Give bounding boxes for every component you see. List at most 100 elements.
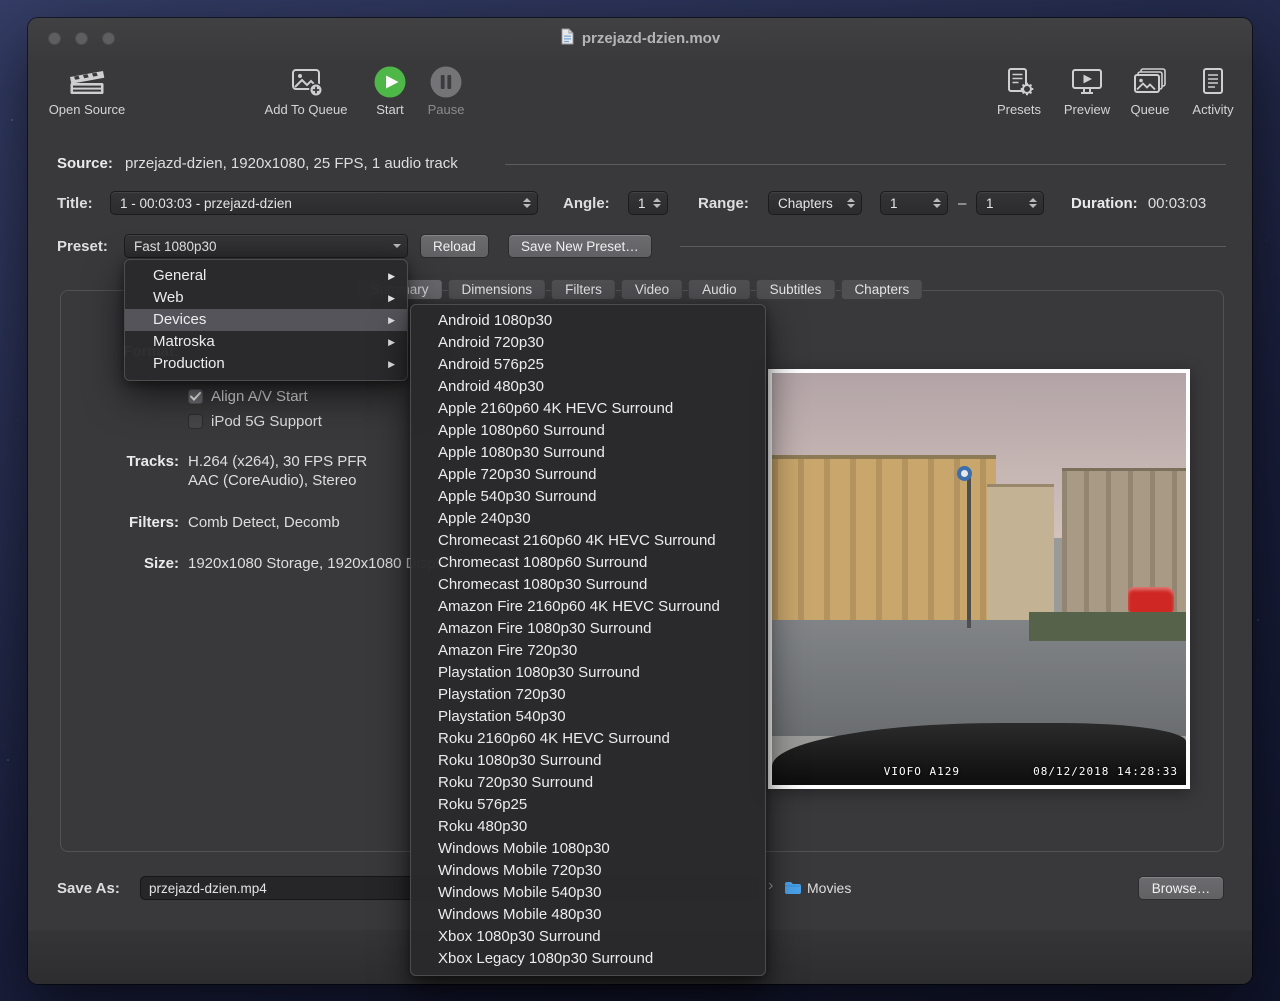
chevron-updown-icon: [523, 198, 531, 208]
device-preset-item[interactable]: Xbox 1080p30 Surround: [411, 926, 765, 948]
range-end-stepper[interactable]: 1: [976, 191, 1044, 215]
device-preset-item[interactable]: Apple 1080p60 Surround: [411, 420, 765, 442]
tab[interactable]: Audio: [688, 279, 751, 300]
device-preset-item[interactable]: Playstation 540p30: [411, 706, 765, 728]
device-preset-item[interactable]: Apple 720p30 Surround: [411, 464, 765, 486]
device-preset-item[interactable]: Roku 480p30: [411, 816, 765, 838]
divider: [505, 164, 1226, 165]
save-new-preset-button[interactable]: Save New Preset…: [508, 234, 652, 258]
title-label: Title:: [57, 195, 93, 212]
device-preset-item[interactable]: Amazon Fire 1080p30 Surround: [411, 618, 765, 640]
range-start-stepper[interactable]: 1: [880, 191, 948, 215]
checkbox-unchecked-icon[interactable]: [188, 414, 203, 429]
close-button[interactable]: [48, 32, 61, 45]
size-label: Size:: [89, 555, 179, 572]
duration: Duration: 00:03:03: [1071, 195, 1206, 212]
zoom-button[interactable]: [102, 32, 115, 45]
window-controls: [48, 32, 115, 45]
device-preset-item[interactable]: Windows Mobile 720p30: [411, 860, 765, 882]
device-preset-item[interactable]: Android 720p30: [411, 332, 765, 354]
align-av-checkbox-row[interactable]: Align A/V Start: [188, 388, 308, 405]
source-row: Source: przejazd-dzien, 1920x1080, 25 FP…: [57, 155, 458, 172]
tracks-line1: H.264 (x264), 30 FPS PFR: [188, 453, 367, 470]
submenu-arrow-icon: ▶: [388, 287, 395, 309]
toolbar-activity[interactable]: Activity: [1153, 64, 1273, 117]
toolbar-pause[interactable]: Pause: [386, 64, 506, 117]
chevron-updown-icon: [847, 198, 855, 208]
device-preset-item[interactable]: Android 1080p30: [411, 310, 765, 332]
submenu-arrow-icon: ▶: [388, 309, 395, 331]
preset-category-item[interactable]: Matroska ▶: [125, 331, 407, 353]
submenu-arrow-icon: ▶: [388, 331, 395, 353]
save-as-label: Save As:: [57, 880, 120, 897]
destination-folder[interactable]: Movies: [807, 880, 851, 896]
chevron-updown-icon: [1029, 198, 1037, 208]
preset-label: Preset:: [57, 238, 108, 255]
device-preset-item[interactable]: Chromecast 1080p30 Surround: [411, 574, 765, 596]
angle-stepper[interactable]: 1: [628, 191, 668, 215]
chevron-updown-icon: [653, 198, 661, 208]
reload-button[interactable]: Reload: [420, 234, 489, 258]
activity-icon: [1197, 64, 1229, 100]
device-preset-item[interactable]: Apple 240p30: [411, 508, 765, 530]
document-icon: [560, 28, 575, 49]
range-label: Range:: [698, 195, 749, 212]
range-type-select[interactable]: Chapters: [768, 191, 862, 215]
device-preset-item[interactable]: Windows Mobile 1080p30: [411, 838, 765, 860]
device-preset-item[interactable]: Apple 1080p30 Surround: [411, 442, 765, 464]
device-preset-item[interactable]: Android 480p30: [411, 376, 765, 398]
chevron-right-icon: ›: [768, 877, 773, 895]
preset-category-item[interactable]: Devices ▶: [125, 309, 407, 331]
device-preset-item[interactable]: Apple 2160p60 4K HEVC Surround: [411, 398, 765, 420]
preset-category-menu: General ▶ Web ▶ Devices ▶ Matroska ▶ Pro…: [124, 259, 408, 381]
minimize-button[interactable]: [75, 32, 88, 45]
device-preset-item[interactable]: Windows Mobile 480p30: [411, 904, 765, 926]
device-preset-item[interactable]: Android 576p25: [411, 354, 765, 376]
source-value: przejazd-dzien, 1920x1080, 25 FPS, 1 aud…: [125, 155, 458, 172]
device-preset-item[interactable]: Playstation 720p30: [411, 684, 765, 706]
submenu-arrow-icon: ▶: [388, 265, 395, 287]
preset-category-item[interactable]: Production ▶: [125, 353, 407, 375]
device-preset-item[interactable]: Apple 540p30 Surround: [411, 486, 765, 508]
divider: [680, 246, 1226, 247]
browse-button[interactable]: Browse…: [1138, 876, 1224, 900]
preset-select[interactable]: Fast 1080p30: [124, 234, 408, 258]
device-preset-item[interactable]: Xbox Legacy 1080p30 Surround: [411, 948, 765, 970]
add-to-queue-icon: [286, 64, 326, 100]
device-preset-item[interactable]: Roku 576p25: [411, 794, 765, 816]
preset-category-item[interactable]: Web ▶: [125, 287, 407, 309]
chevron-updown-icon: [933, 198, 941, 208]
filters-label: Filters:: [89, 514, 179, 531]
device-preset-item[interactable]: Chromecast 2160p60 4K HEVC Surround: [411, 530, 765, 552]
device-preset-item[interactable]: Playstation 1080p30 Surround: [411, 662, 765, 684]
checkbox-checked-icon[interactable]: [188, 389, 203, 404]
toolbar-open-source[interactable]: Open Source: [27, 64, 147, 117]
chevron-down-icon: [393, 244, 401, 248]
tab[interactable]: Video: [621, 279, 683, 300]
device-preset-item[interactable]: Roku 2160p60 4K HEVC Surround: [411, 728, 765, 750]
device-preset-item[interactable]: Amazon Fire 2160p60 4K HEVC Surround: [411, 596, 765, 618]
device-preset-item[interactable]: Amazon Fire 720p30: [411, 640, 765, 662]
device-preset-item[interactable]: Windows Mobile 540p30: [411, 882, 765, 904]
device-preset-item[interactable]: Chromecast 1080p60 Surround: [411, 552, 765, 574]
devices-submenu: Android 1080p30 Android 720p30 Android 5…: [410, 304, 766, 976]
device-preset-item[interactable]: Roku 720p30 Surround: [411, 772, 765, 794]
tracks-line2: AAC (CoreAudio), Stereo: [188, 472, 356, 489]
angle-label: Angle:: [563, 195, 610, 212]
tab[interactable]: Filters: [551, 279, 616, 300]
tab-bar: SummaryDimensionsFiltersVideoAudioSubtit…: [357, 279, 923, 300]
titlebar[interactable]: przejazd-dzien.mov: [28, 18, 1252, 58]
preset-category-item[interactable]: General ▶: [125, 265, 407, 287]
pause-icon: [429, 64, 463, 100]
tracks-label: Tracks:: [89, 453, 179, 470]
device-preset-item[interactable]: Roku 1080p30 Surround: [411, 750, 765, 772]
source-label: Source:: [57, 155, 113, 172]
title-select[interactable]: 1 - 00:03:03 - przejazd-dzien: [110, 191, 538, 215]
tab[interactable]: Dimensions: [448, 279, 547, 300]
tab[interactable]: Chapters: [840, 279, 923, 300]
folder-icon: [784, 881, 802, 900]
window-title-text: przejazd-dzien.mov: [582, 30, 720, 47]
ipod-checkbox-row[interactable]: iPod 5G Support: [188, 413, 322, 430]
tab[interactable]: Subtitles: [756, 279, 836, 300]
filters-value: Comb Detect, Decomb: [188, 514, 340, 531]
